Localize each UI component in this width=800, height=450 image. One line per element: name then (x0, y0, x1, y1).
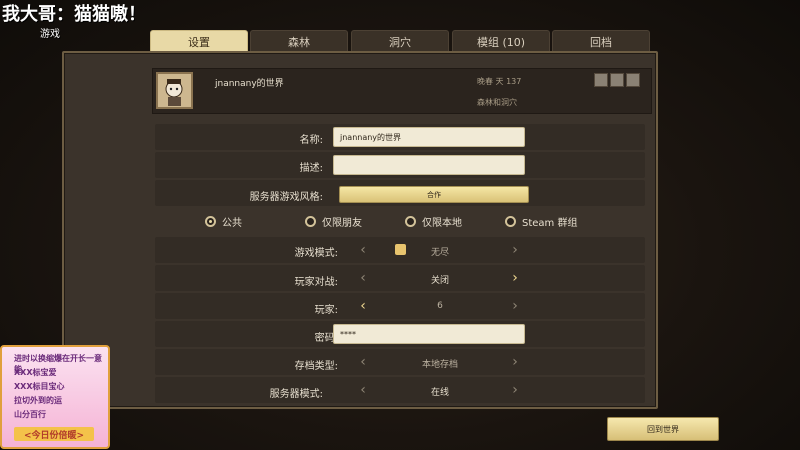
players-label: 玩家: (314, 305, 338, 316)
name-input[interactable]: jnannany的世界 (333, 127, 525, 147)
privacy-steam-group[interactable]: Steam 群组 (505, 214, 577, 229)
server-style-button[interactable]: 合作 (339, 186, 529, 203)
world-day: 晚春 天 137 (477, 77, 522, 86)
server-mode-label: 服务器模式: (269, 389, 323, 400)
radio-selected-icon (205, 216, 216, 227)
world-location: 森林和洞穴 (477, 98, 517, 107)
save-type-value: 本地存档 (421, 360, 458, 370)
stream-overlay-sub: 游戏 (40, 29, 60, 40)
privacy-friends[interactable]: 仅限朋友 (305, 214, 362, 229)
character-avatar (156, 72, 193, 109)
world-name: jnannany的世界 (215, 79, 284, 89)
save-type-label: 存档类型: (294, 361, 338, 372)
chevron-right-icon[interactable]: › (510, 297, 520, 315)
world-icon-3 (626, 73, 640, 87)
promo-line: 拉切外到的运 (14, 396, 62, 405)
players-value: 6 (437, 301, 443, 311)
promo-line: XXX标目宝心 (14, 382, 65, 391)
game-mode-value: 无尽 (430, 248, 449, 258)
promo-line: 山分百行 (14, 410, 46, 419)
world-icon-1 (594, 73, 608, 87)
server-mode-value: 在线 (430, 388, 449, 398)
world-header: jnannany的世界 晚春 天 137 森林和洞穴 (152, 68, 652, 114)
radio-icon (405, 216, 416, 227)
chevron-left-icon[interactable]: ‹ (358, 353, 368, 371)
stream-promo-panel: 进时以换缩爆在开长一意能 XXX标宝爱 XXX标目宝心 拉切外到的运 山分百行 … (0, 345, 110, 449)
radio-icon (505, 216, 516, 227)
game-mode-label: 游戏模式: (294, 248, 338, 259)
password-input[interactable]: **** (333, 324, 525, 344)
chevron-left-icon[interactable]: ‹ (358, 381, 368, 399)
return-to-world-button[interactable]: 回到世界 (607, 417, 719, 441)
privacy-public[interactable]: 公共 (205, 214, 242, 229)
chevron-left-icon[interactable]: ‹ (358, 269, 368, 287)
chevron-right-icon[interactable]: › (510, 269, 520, 287)
pvp-value: 关闭 (430, 276, 449, 286)
chevron-left-icon[interactable]: ‹ (358, 297, 368, 315)
password-label: 密码: (314, 333, 338, 344)
privacy-local[interactable]: 仅限本地 (405, 214, 462, 229)
server-style-label: 服务器游戏风格: (249, 192, 323, 203)
promo-line: XXX标宝爱 (14, 368, 57, 377)
stream-overlay-title: 我大哥：猫猫嗷！ (2, 4, 146, 25)
chevron-right-icon[interactable]: › (510, 241, 520, 259)
chevron-right-icon[interactable]: › (510, 381, 520, 399)
promo-title: <今日份倍暖> (14, 427, 94, 441)
description-label: 描述: (299, 163, 323, 174)
name-label: 名称: (299, 135, 323, 146)
world-icon-2 (610, 73, 624, 87)
chevron-left-icon[interactable]: ‹ (358, 241, 368, 259)
chevron-right-icon[interactable]: › (510, 353, 520, 371)
radio-icon (305, 216, 316, 227)
pvp-label: 玩家对战: (294, 277, 338, 288)
description-input[interactable] (333, 155, 525, 175)
